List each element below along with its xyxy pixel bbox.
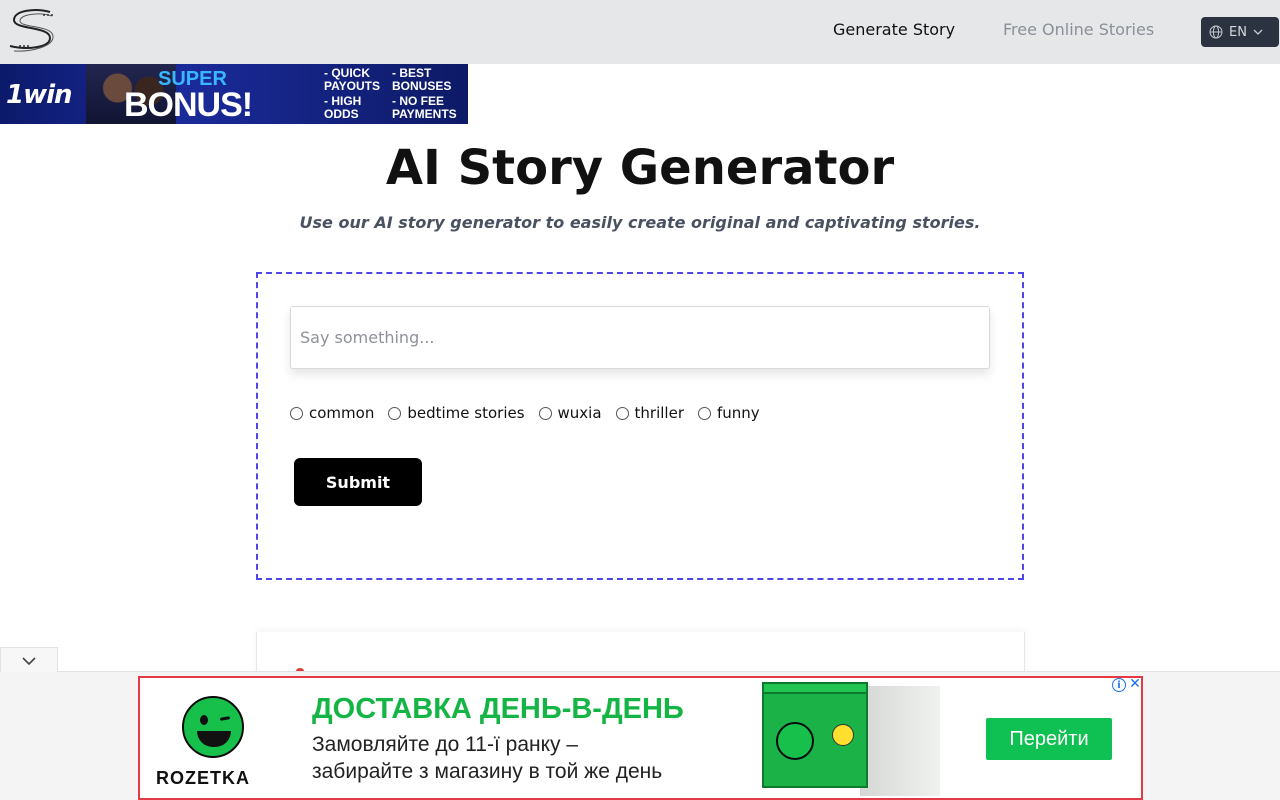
nav-generate-story[interactable]: Generate Story	[833, 20, 955, 39]
radio-button[interactable]	[615, 406, 629, 420]
radio-button[interactable]	[290, 406, 303, 420]
rozetka-ad-banner[interactable]: ROZETKA ДОСТАВКА ДЕНЬ-В-ДЕНЬ Замовляйте …	[138, 676, 1143, 800]
radio-button[interactable]	[698, 406, 711, 420]
ad-perk: - NO FEE PAYMENTS	[392, 94, 457, 121]
ad-info-icon[interactable]: i	[1112, 678, 1126, 692]
submit-button[interactable]: Submit	[294, 458, 422, 506]
radio-label: common	[309, 404, 375, 422]
ad-image-background	[860, 686, 940, 796]
radio-label: bedtime stories	[407, 404, 525, 422]
nav-free-online-stories[interactable]: Free Online Stories	[1003, 20, 1154, 39]
ad-headline: ДОСТАВКА ДЕНЬ-В-ДЕНЬ	[312, 693, 684, 725]
rozetka-smile-icon	[182, 696, 244, 758]
radio-button[interactable]	[538, 406, 552, 420]
radio-label: funny	[717, 404, 760, 422]
radio-option-common[interactable]: common	[290, 404, 374, 422]
page-subtitle: Use our AI story generator to easily cre…	[299, 213, 981, 232]
ad-box-image	[762, 692, 868, 788]
chevron-down-icon	[21, 651, 37, 670]
story-prompt-input[interactable]	[290, 306, 990, 369]
ad-perk: - BEST BONUSES	[392, 66, 452, 93]
ad-perk: - QUICK PAYOUTS	[324, 66, 381, 93]
ad-close-icon[interactable]: ✕	[1128, 676, 1142, 692]
radio-option-funny[interactable]: funny	[698, 404, 760, 422]
chevron-down-icon	[1253, 28, 1263, 36]
radio-option-wuxia[interactable]: wuxia	[538, 404, 602, 422]
ad-perk: - HIGH ODDS	[324, 94, 362, 121]
radio-button[interactable]	[388, 406, 402, 420]
ad-brand: 1win	[6, 80, 73, 110]
radio-label: thriller	[634, 404, 684, 422]
ad-text-line: Замовляйте до 11-ї ранку –	[312, 733, 579, 756]
collapse-ad-button[interactable]	[0, 647, 58, 672]
globe-icon	[1209, 25, 1223, 39]
ad-cta-button[interactable]: Перейти	[986, 718, 1112, 760]
language-selector[interactable]: EN	[1201, 17, 1279, 47]
top-ad-banner[interactable]: 1win SUPER BONUS! - QUICK PAYOUTS - BEST…	[0, 64, 468, 124]
language-label: EN	[1229, 24, 1247, 40]
radio-option-bedtime-stories[interactable]: bedtime stories	[388, 404, 525, 422]
ad-headline-big: BONUS!	[124, 86, 253, 124]
radio-label: wuxia	[557, 404, 602, 422]
page-title: AI Story Generator	[385, 140, 895, 196]
top-navigation-bar: Generate Story Free Online Stories EN	[0, 0, 1280, 64]
story-type-radio-group: common bedtime stories wuxia thriller fu…	[290, 404, 774, 422]
ad-text-line: забирайте з магазину в той же день	[312, 760, 663, 783]
radio-option-thriller[interactable]: thriller	[615, 404, 684, 422]
ad-brand: ROZETKA	[156, 768, 250, 788]
site-logo[interactable]	[6, 6, 62, 56]
